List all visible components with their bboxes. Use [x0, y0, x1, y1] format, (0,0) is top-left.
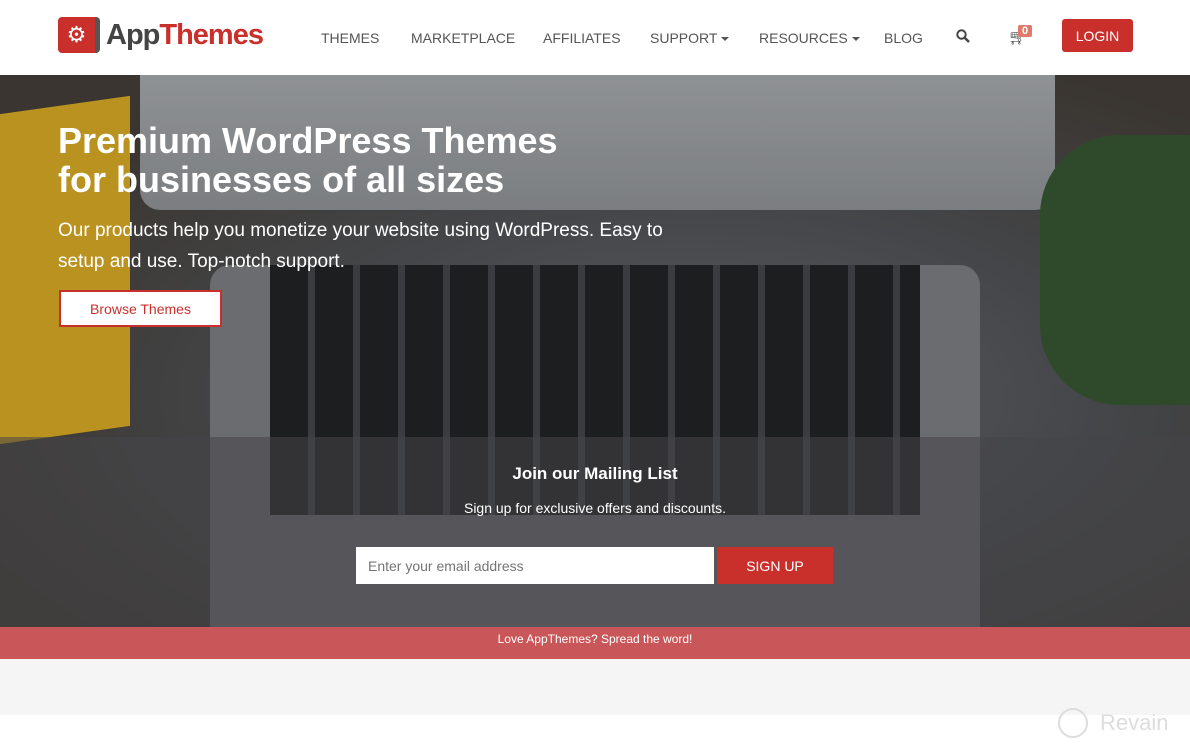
header: ⚙ AppThemes THEMES MARKETPLACE AFFILIATE…: [0, 0, 1190, 75]
hero-subtitle: Our products help you monetize your webs…: [58, 220, 663, 272]
gear-icon: ⚙: [58, 17, 100, 53]
nav-resources[interactable]: RESOURCES: [759, 30, 860, 46]
mailing-list-subtitle: Sign up for exclusive offers and discoun…: [463, 500, 726, 516]
logo[interactable]: ⚙ AppThemes: [58, 17, 264, 53]
nav-affiliates[interactable]: AFFILIATES: [543, 30, 621, 46]
hero-photo-plant: [1040, 135, 1190, 405]
cart-count-badge: 0: [1018, 25, 1033, 37]
login-button[interactable]: LOGIN: [1062, 19, 1133, 52]
sign-up-button[interactable]: SIGN UP: [717, 547, 833, 584]
caret-down-icon: [851, 37, 860, 42]
revain-watermark: Revain: [1058, 708, 1168, 738]
caret-down-icon: [721, 37, 730, 42]
email-input[interactable]: [356, 547, 714, 584]
browse-themes-button[interactable]: Browse Themes: [59, 290, 222, 327]
hero-title: Premium WordPress Themes for businesses o…: [58, 120, 558, 200]
nav-support[interactable]: SUPPORT: [650, 30, 730, 46]
nav-themes[interactable]: THEMES: [321, 30, 379, 46]
logo-text: AppThemes: [106, 18, 264, 51]
content-section: [0, 659, 1190, 715]
search-icon[interactable]: [956, 29, 970, 43]
nav-marketplace[interactable]: MARKETPLACE: [411, 30, 515, 46]
revain-logo-icon: [1058, 708, 1088, 738]
spread-the-word-text: Love AppThemes? Spread the word!: [497, 632, 693, 646]
nav-blog[interactable]: BLOG: [884, 30, 923, 46]
mailing-list-title: Join our Mailing List: [512, 464, 678, 483]
spread-the-word-bar: Love AppThemes? Spread the word!: [0, 627, 1190, 659]
